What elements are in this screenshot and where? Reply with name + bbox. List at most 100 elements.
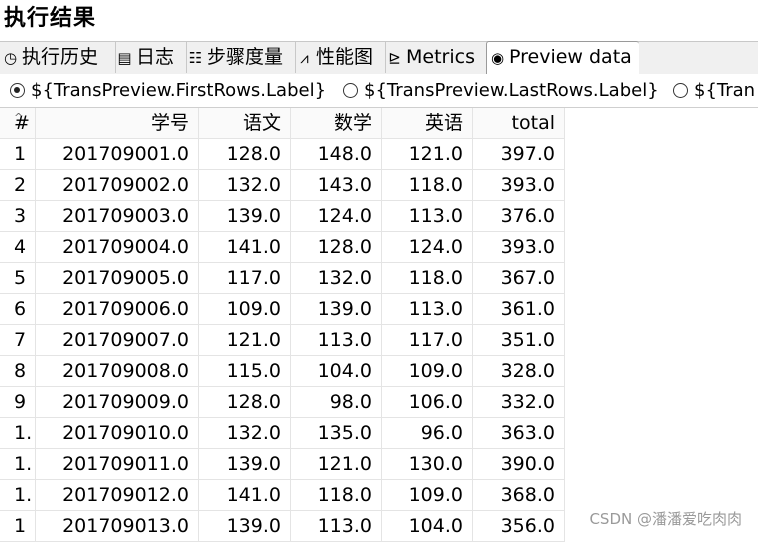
tab-performance-chart[interactable]: ⩘ 性能图 <box>294 42 386 73</box>
table-cell[interactable]: 124.0 <box>382 232 473 263</box>
table-cell[interactable]: 361.0 <box>473 294 565 325</box>
row-index-cell[interactable]: 5 <box>0 263 36 294</box>
row-index-cell[interactable]: 1. <box>0 418 36 449</box>
table-cell[interactable]: 139.0 <box>291 294 382 325</box>
table-cell[interactable]: 132.0 <box>291 263 382 294</box>
table-cell[interactable]: 148.0 <box>291 139 382 170</box>
table-cell[interactable]: 128.0 <box>199 139 291 170</box>
table-cell[interactable]: 98.0 <box>291 387 382 418</box>
table-cell[interactable]: 332.0 <box>473 387 565 418</box>
table-cell[interactable]: 363.0 <box>473 418 565 449</box>
table-cell[interactable]: 397.0 <box>473 139 565 170</box>
row-index-cell[interactable]: 1. <box>0 449 36 480</box>
table-cell[interactable]: 115.0 <box>199 356 291 387</box>
radio-unselected-icon <box>673 83 688 98</box>
row-index-cell[interactable]: 1. <box>0 480 36 511</box>
radio-first-rows[interactable]: ${TransPreview.FirstRows.Label} <box>10 74 326 107</box>
sort-caret-icon: ^ <box>14 111 24 124</box>
table-cell[interactable]: 141.0 <box>199 480 291 511</box>
row-index-cell[interactable]: 9 <box>0 387 36 418</box>
table-cell[interactable]: 367.0 <box>473 263 565 294</box>
table-cell[interactable]: 104.0 <box>382 511 473 542</box>
result-tab-bar: ◷ 执行历史 ▤ 日志 ☷ 步骤度量 ⩘ 性能图 ⊵ Metrics ◉ Preview d… <box>0 41 758 75</box>
row-index-cell[interactable]: 2 <box>0 170 36 201</box>
table-cell[interactable]: 135.0 <box>291 418 382 449</box>
table-cell[interactable]: 201709013.0 <box>36 511 199 542</box>
table-cell[interactable]: 356.0 <box>473 511 565 542</box>
table-cell[interactable]: 139.0 <box>199 449 291 480</box>
column-header[interactable]: 学号 <box>36 108 199 139</box>
table-cell[interactable]: 201709010.0 <box>36 418 199 449</box>
tab-label: 日志 <box>136 46 175 68</box>
preview-row-selector: ${TransPreview.FirstRows.Label} ${TransP… <box>0 74 758 108</box>
table-cell[interactable]: 201709009.0 <box>36 387 199 418</box>
table-cell[interactable]: 393.0 <box>473 232 565 263</box>
table-cell[interactable]: 113.0 <box>382 294 473 325</box>
table-cell[interactable]: 130.0 <box>382 449 473 480</box>
table-cell[interactable]: 376.0 <box>473 201 565 232</box>
table-cell[interactable]: 393.0 <box>473 170 565 201</box>
table-cell[interactable]: 201709001.0 <box>36 139 199 170</box>
table-cell[interactable]: 96.0 <box>382 418 473 449</box>
table-cell[interactable]: 132.0 <box>199 170 291 201</box>
table-cell[interactable]: 328.0 <box>473 356 565 387</box>
table-cell[interactable]: 128.0 <box>199 387 291 418</box>
table-cell[interactable]: 104.0 <box>291 356 382 387</box>
table-cell[interactable]: 113.0 <box>382 201 473 232</box>
row-index-cell[interactable]: 1 <box>0 511 36 542</box>
tab-preview-data[interactable]: ◉ Preview data <box>486 41 639 75</box>
row-index-cell[interactable]: 3 <box>0 201 36 232</box>
table-cell[interactable]: 121.0 <box>199 325 291 356</box>
tab-step-metrics[interactable]: ☷ 步骤度量 <box>185 42 296 73</box>
log-icon: ▤ <box>117 49 132 67</box>
table-cell[interactable]: 106.0 <box>382 387 473 418</box>
table-cell[interactable]: 118.0 <box>382 263 473 294</box>
table-cell[interactable]: 139.0 <box>199 201 291 232</box>
table-cell[interactable]: 121.0 <box>291 449 382 480</box>
radio-third-option[interactable]: ${Tran <box>673 74 755 107</box>
tab-execution-history[interactable]: ◷ 执行历史 <box>0 42 116 73</box>
table-cell[interactable]: 201709004.0 <box>36 232 199 263</box>
table-cell[interactable]: 201709012.0 <box>36 480 199 511</box>
table-cell[interactable]: 128.0 <box>291 232 382 263</box>
table-cell[interactable]: 124.0 <box>291 201 382 232</box>
table-cell[interactable]: 143.0 <box>291 170 382 201</box>
table-cell[interactable]: 201709006.0 <box>36 294 199 325</box>
column-header[interactable]: 数学 <box>291 108 382 139</box>
table-cell[interactable]: 117.0 <box>199 263 291 294</box>
table-cell[interactable]: 390.0 <box>473 449 565 480</box>
row-index-cell[interactable]: 7 <box>0 325 36 356</box>
column-header-index[interactable]: ^ # <box>0 108 36 139</box>
row-index-cell[interactable]: 4 <box>0 232 36 263</box>
table-cell[interactable]: 201709003.0 <box>36 201 199 232</box>
table-cell[interactable]: 351.0 <box>473 325 565 356</box>
table-cell[interactable]: 121.0 <box>382 139 473 170</box>
table-cell[interactable]: 118.0 <box>382 170 473 201</box>
column-header[interactable]: 英语 <box>382 108 473 139</box>
table-cell[interactable]: 113.0 <box>291 511 382 542</box>
column-header[interactable]: total <box>473 108 565 139</box>
table-cell[interactable]: 201709005.0 <box>36 263 199 294</box>
table-cell[interactable]: 201709008.0 <box>36 356 199 387</box>
table-cell[interactable]: 118.0 <box>291 480 382 511</box>
table-cell[interactable]: 201709011.0 <box>36 449 199 480</box>
table-cell[interactable]: 113.0 <box>291 325 382 356</box>
table-cell[interactable]: 141.0 <box>199 232 291 263</box>
table-cell[interactable]: 109.0 <box>382 480 473 511</box>
column-header[interactable]: 语文 <box>199 108 291 139</box>
tab-metrics[interactable]: ⊵ Metrics <box>384 42 488 73</box>
preview-eye-icon: ◉ <box>490 49 505 67</box>
table-cell[interactable]: 201709007.0 <box>36 325 199 356</box>
row-index-cell[interactable]: 1 <box>0 139 36 170</box>
table-cell[interactable]: 132.0 <box>199 418 291 449</box>
radio-last-rows[interactable]: ${TransPreview.LastRows.Label} <box>343 74 659 107</box>
table-cell[interactable]: 117.0 <box>382 325 473 356</box>
table-cell[interactable]: 201709002.0 <box>36 170 199 201</box>
row-index-cell[interactable]: 8 <box>0 356 36 387</box>
table-cell[interactable]: 109.0 <box>382 356 473 387</box>
tab-log[interactable]: ▤ 日志 <box>114 42 187 73</box>
table-cell[interactable]: 109.0 <box>199 294 291 325</box>
row-index-cell[interactable]: 6 <box>0 294 36 325</box>
table-cell[interactable]: 139.0 <box>199 511 291 542</box>
table-cell[interactable]: 368.0 <box>473 480 565 511</box>
